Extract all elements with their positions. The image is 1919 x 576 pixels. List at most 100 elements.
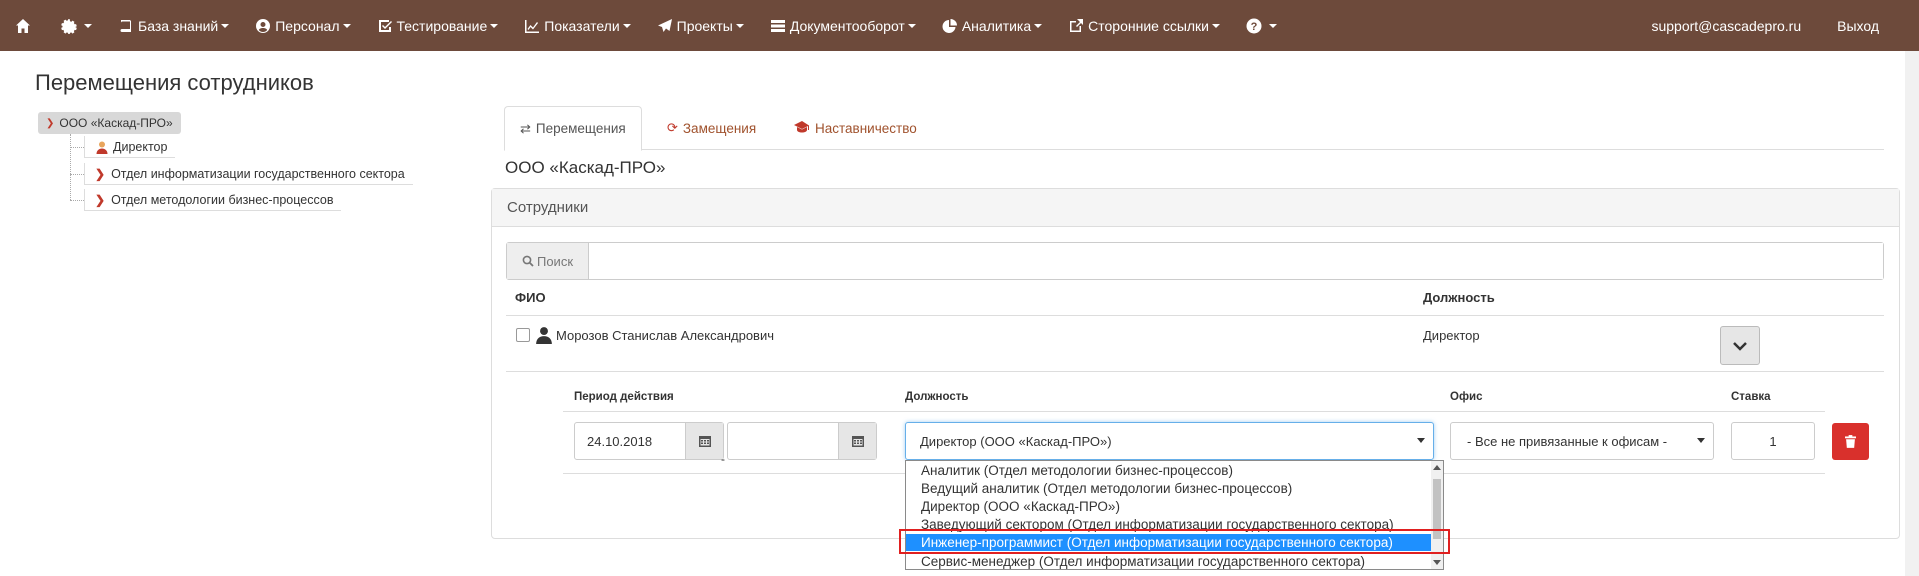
checkbox-icon	[377, 18, 393, 34]
panel-title: Сотрудники	[492, 189, 1899, 227]
date-to-calendar-button[interactable]	[838, 423, 876, 459]
tab-substitutions[interactable]: ⟳ Замещения	[652, 106, 771, 150]
divider	[563, 411, 1825, 412]
person-icon	[95, 140, 109, 154]
chevron-down-icon	[1269, 23, 1277, 28]
employee-position: Директор	[1423, 328, 1480, 343]
dropdown-option[interactable]: Директор (ООО «Каскад-ПРО»)	[906, 498, 1431, 515]
tab-label: Перемещения	[535, 121, 626, 136]
tree-node-label: Директор	[113, 139, 168, 154]
position-select-value: Директор (ООО «Каскад-ПРО»)	[920, 433, 1112, 449]
chevron-down-icon	[221, 23, 230, 28]
chevron-down-icon	[342, 23, 351, 28]
nav-documents[interactable]: Документооборот	[757, 0, 929, 51]
tree-node-director[interactable]: Директор	[84, 136, 176, 158]
person-icon	[536, 327, 552, 344]
calendar-icon	[698, 436, 711, 447]
nav-testing-label: Тестирование	[396, 17, 488, 34]
highlight-annotation	[899, 529, 1450, 554]
tree-connector	[70, 134, 71, 200]
nav-settings[interactable]	[48, 0, 105, 51]
tree-node-label: Отдел методологии бизнес-процессов	[111, 192, 334, 207]
rate-input[interactable]: 1	[1731, 422, 1815, 460]
chevron-right-icon: ❯	[95, 192, 106, 207]
nav-home[interactable]	[0, 0, 48, 51]
nav-knowledge-base-label: База знаний	[138, 17, 219, 34]
caret-down-icon	[1697, 438, 1705, 443]
search-icon	[522, 255, 534, 267]
chevron-down-icon	[735, 23, 744, 28]
tree-root-node[interactable]: ❯ ООО «Каскад-ПРО»	[38, 112, 181, 134]
chevron-down-icon	[1034, 23, 1043, 28]
dropdown-option[interactable]: Ведущий аналитик (Отдел методологии бизн…	[906, 480, 1431, 497]
server-icon	[770, 18, 786, 34]
chevron-right-icon: ❯	[95, 166, 106, 181]
nav-external-links[interactable]: Сторонние ссылки	[1055, 0, 1233, 51]
calendar-icon	[851, 436, 864, 447]
chevron-down-icon	[622, 23, 631, 28]
divider	[506, 315, 1884, 316]
top-navbar: База знаний Персонал Тестирование Показа…	[0, 0, 1919, 51]
expand-button[interactable]	[1720, 326, 1760, 365]
nav-personnel[interactable]: Персонал	[242, 0, 363, 51]
column-header-office: Офис	[1450, 391, 1483, 403]
date-to-group	[727, 422, 877, 460]
nav-help[interactable]: ?	[1233, 0, 1290, 51]
date-from-calendar-button[interactable]	[685, 423, 723, 459]
chevron-down-icon	[1212, 23, 1220, 28]
column-header-name: ФИО	[515, 290, 546, 305]
dropdown-option[interactable]: Аналитик (Отдел методологии бизнес-проце…	[906, 462, 1431, 479]
tree-node-methodology-dept[interactable]: ❯ Отдел методологии бизнес-процессов	[84, 189, 342, 211]
caret-down-icon	[1417, 438, 1425, 443]
date-to-input[interactable]	[728, 423, 838, 459]
scroll-up-icon	[1433, 465, 1441, 470]
nav-external-links-label: Сторонние ссылки	[1088, 17, 1209, 34]
delete-button[interactable]	[1832, 423, 1869, 460]
nav-analytics[interactable]: Аналитика	[929, 0, 1055, 51]
office-select[interactable]: - Все не привязанные к офисам -	[1450, 422, 1714, 460]
tree-connector	[70, 200, 84, 201]
search-input[interactable]	[589, 243, 1883, 279]
tree-root-label: ООО «Каскад-ПРО»	[59, 116, 173, 130]
employee-name: Морозов Станислав Александрович	[535, 326, 774, 344]
nav-indicators-label: Показатели	[544, 17, 620, 34]
question-icon: ?	[1246, 18, 1262, 34]
tab-transfers[interactable]: ⇄ Перемещения	[504, 106, 642, 151]
user-circle-icon	[255, 18, 271, 34]
position-select[interactable]: Директор (ООО «Каскад-ПРО»)	[905, 422, 1434, 460]
nav-projects-label: Проекты	[676, 17, 733, 34]
date-separator: -	[721, 452, 725, 466]
employee-name-text: Морозов Станислав Александрович	[556, 327, 774, 343]
employee-checkbox[interactable]	[516, 328, 530, 342]
nav-testing[interactable]: Тестирование	[364, 0, 512, 51]
search-addon: Поиск	[507, 243, 589, 279]
svg-text:?: ?	[1251, 21, 1258, 33]
user-email-link[interactable]: support@cascadepro.ru	[1631, 0, 1821, 51]
date-from-group: 24.10.2018	[574, 422, 724, 460]
column-header-rate: Ставка	[1731, 391, 1771, 403]
dropdown-option[interactable]: Сервис-менеджер (Отдел информатизации го…	[906, 553, 1431, 569]
tab-mentorship[interactable]: Наставничество	[779, 106, 932, 150]
book-icon	[118, 18, 134, 34]
nav-projects[interactable]: Проекты	[644, 0, 757, 51]
page-scrollbar[interactable]	[1905, 51, 1919, 576]
column-header-period: Период действия	[574, 391, 674, 403]
column-header-sub-position: Должность	[905, 391, 969, 403]
nav-indicators[interactable]: Показатели	[511, 0, 643, 51]
pie-chart-icon	[942, 18, 958, 34]
scroll-down-icon	[1433, 560, 1441, 565]
tree-node-it-dept[interactable]: ❯ Отдел информатизации государственного …	[84, 163, 413, 185]
date-from-input[interactable]: 24.10.2018	[575, 423, 685, 459]
chevron-down-icon	[1733, 341, 1747, 351]
refresh-icon: ⟳	[667, 120, 678, 135]
nav-knowledge-base[interactable]: База знаний	[105, 0, 242, 51]
chevron-down-icon	[84, 23, 92, 28]
tab-label: Наставничество	[815, 120, 917, 136]
logout-link[interactable]: Выход	[1821, 0, 1919, 51]
exchange-icon: ⇄	[520, 120, 531, 136]
nav-personnel-label: Персонал	[275, 17, 340, 34]
office-select-value: - Все не привязанные к офисам -	[1467, 433, 1668, 449]
tab-bar: ⇄ Перемещения ⟳ Замещения Наставничество	[504, 106, 1884, 151]
search-label: Поиск	[536, 253, 574, 269]
trash-icon	[1845, 435, 1856, 448]
